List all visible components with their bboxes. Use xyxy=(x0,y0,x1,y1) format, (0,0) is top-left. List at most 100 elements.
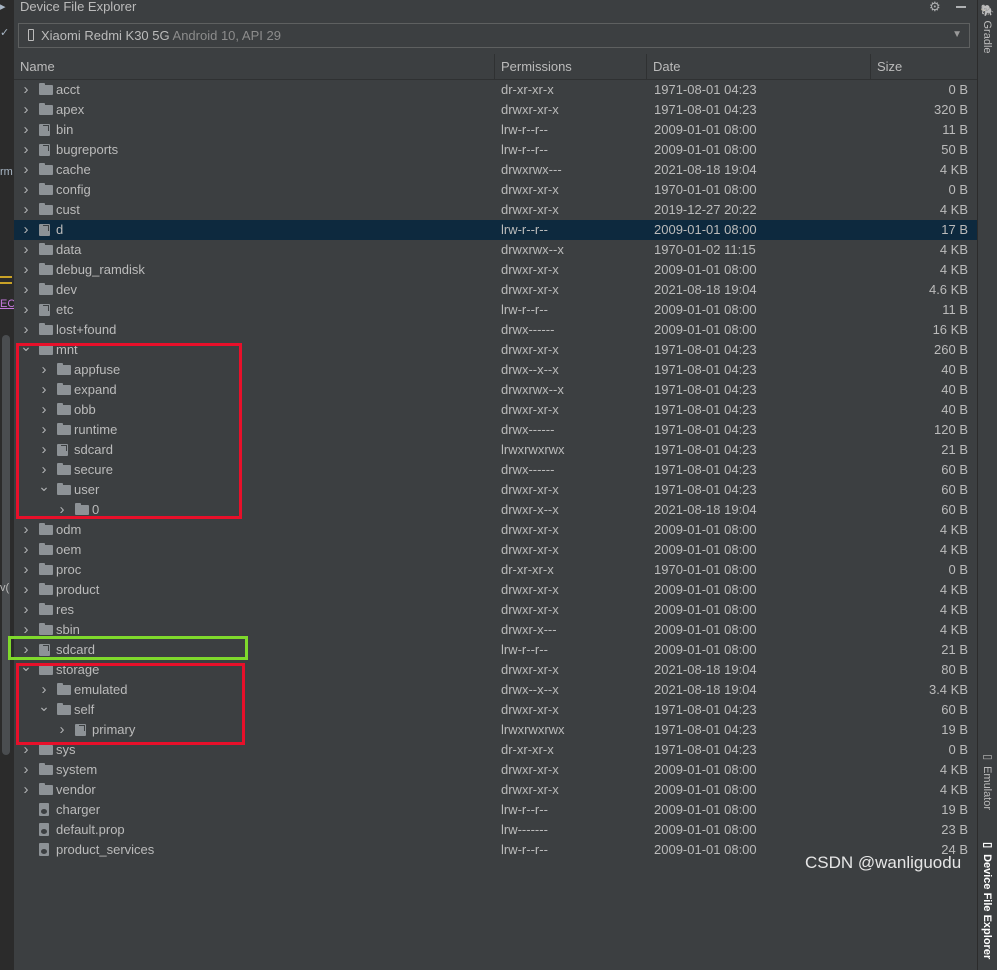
table-row[interactable]: ⌄ mnt drwxr-xr-x 1971-08-01 04:23 260 B xyxy=(14,338,977,360)
table-row[interactable]: › 0 drwxr-x--x 2021-08-18 19:04 60 B xyxy=(14,500,977,520)
table-row[interactable]: › runtime drwx------ 1971-08-01 04:23 120 B xyxy=(14,420,977,440)
chevron-right-icon[interactable]: › xyxy=(56,720,68,740)
chevron-right-icon[interactable]: › xyxy=(20,740,32,760)
table-row[interactable]: › oem drwxr-xr-x 2009-01-01 08:00 4 KB xyxy=(14,540,977,560)
chevron-right-icon[interactable]: › xyxy=(38,380,50,400)
gear-icon[interactable]: ⚙ xyxy=(929,0,941,15)
chevron-right-icon[interactable]: › xyxy=(20,100,32,120)
device-file-explorer-tab[interactable]: ▭ Device File Explorer xyxy=(981,838,994,959)
table-row[interactable]: › dev drwxr-xr-x 2021-08-18 19:04 4.6 KB xyxy=(14,280,977,300)
table-row[interactable]: › sdcard lrwxrwxrwx 1971-08-01 04:23 21 B xyxy=(14,440,977,460)
chevron-right-icon[interactable]: › xyxy=(20,180,32,200)
chevron-right-icon[interactable]: › xyxy=(20,560,32,580)
table-row[interactable]: › apex drwxr-xr-x 1971-08-01 04:23 320 B xyxy=(14,100,977,120)
table-row[interactable]: › obb drwxr-xr-x 1971-08-01 04:23 40 B xyxy=(14,400,977,420)
row-name: storage xyxy=(56,662,100,677)
chevron-right-icon[interactable]: › xyxy=(20,780,32,800)
table-row[interactable]: › res drwxr-xr-x 2009-01-01 08:00 4 KB xyxy=(14,600,977,620)
column-header-permissions[interactable]: Permissions xyxy=(494,54,646,79)
emulator-icon: ▭ xyxy=(981,750,993,763)
table-row[interactable]: › debug_ramdisk drwxr-xr-x 2009-01-01 08:00… xyxy=(14,260,977,280)
table-row[interactable]: › primary lrwxrwxrwx 1971-08-01 04:23 19 B xyxy=(14,720,977,740)
table-row[interactable]: › cache drwxrwx--- 2021-08-18 19:04 4 KB xyxy=(14,160,977,180)
folder-icon xyxy=(39,343,53,355)
folder-icon xyxy=(39,523,53,535)
chevron-down-icon[interactable]: ▼ xyxy=(952,29,962,40)
folder-icon xyxy=(57,483,71,495)
table-row[interactable]: ⌄ user drwxr-xr-x 1971-08-01 04:23 60 B xyxy=(14,478,977,500)
chevron-down-icon[interactable]: ⌄ xyxy=(38,476,50,496)
emulator-tab[interactable]: ▭ Emulator xyxy=(981,750,994,810)
table-row[interactable]: › cust drwxr-xr-x 2019-12-27 20:22 4 KB xyxy=(14,200,977,220)
table-row[interactable]: › bin lrw-r--r-- 2009-01-01 08:00 11 B xyxy=(14,120,977,140)
chevron-right-icon[interactable]: › xyxy=(20,120,32,140)
chevron-down-icon[interactable]: ⌄ xyxy=(20,656,32,676)
chevron-right-icon[interactable]: › xyxy=(20,540,32,560)
table-row[interactable]: ⌄ storage drwxr-xr-x 2021-08-18 19:04 80 B xyxy=(14,658,977,680)
table-row[interactable]: › bugreports lrw-r--r-- 2009-01-01 08:00 50 … xyxy=(14,140,977,160)
chevron-right-icon[interactable]: › xyxy=(20,140,32,160)
chevron-right-icon[interactable]: › xyxy=(20,300,32,320)
table-row[interactable]: › odm drwxr-xr-x 2009-01-01 08:00 4 KB xyxy=(14,520,977,540)
row-date: 2009-01-01 08:00 xyxy=(654,642,757,657)
chevron-right-icon[interactable]: › xyxy=(20,260,32,280)
table-row[interactable]: › config drwxr-xr-x 1970-01-01 08:00 0 B xyxy=(14,180,977,200)
chevron-right-icon[interactable]: › xyxy=(56,500,68,520)
chevron-right-icon[interactable]: › xyxy=(20,80,32,100)
table-row[interactable]: › product drwxr-xr-x 2009-01-01 08:00 4 KB xyxy=(14,580,977,600)
table-row[interactable]: › etc lrw-r--r-- 2009-01-01 08:00 11 B xyxy=(14,300,977,320)
chevron-right-icon[interactable]: › xyxy=(38,400,50,420)
column-header-date[interactable]: Date xyxy=(646,54,870,79)
chevron-right-icon[interactable]: › xyxy=(38,440,50,460)
chevron-right-icon[interactable]: › xyxy=(20,220,32,240)
row-name: default.prop xyxy=(56,822,125,837)
row-name: user xyxy=(74,482,100,497)
row-size: 4 KB xyxy=(939,582,968,597)
chevron-right-icon[interactable]: › xyxy=(20,760,32,780)
minimize-icon[interactable] xyxy=(956,6,966,8)
row-name: sdcard xyxy=(74,442,114,457)
table-row[interactable]: › sys dr-xr-xr-x 1971-08-01 04:23 0 B xyxy=(14,740,977,760)
gradle-tab[interactable]: 🐘 Gradle xyxy=(981,4,994,54)
chevron-right-icon[interactable]: › xyxy=(38,360,50,380)
table-row[interactable]: default.prop lrw------- 2009-01-01 08:00 23… xyxy=(14,820,977,840)
row-name: emulated xyxy=(74,682,128,697)
table-row[interactable]: › lost+found drwx------ 2009-01-01 08:00 16 … xyxy=(14,320,977,340)
left-strip-scrollbar[interactable] xyxy=(2,335,10,755)
chevron-down-icon[interactable]: ⌄ xyxy=(38,696,50,716)
table-row[interactable]: › d lrw-r--r-- 2009-01-01 08:00 17 B xyxy=(14,220,977,240)
table-row[interactable]: › sdcard lrw-r--r-- 2009-01-01 08:00 21 B xyxy=(14,640,977,660)
table-row[interactable]: › data drwxrwx--x 1970-01-02 11:15 4 KB xyxy=(14,240,977,260)
folder-icon xyxy=(57,683,71,695)
chevron-right-icon[interactable]: › xyxy=(20,580,32,600)
row-permissions: drwx------ xyxy=(501,462,555,477)
chevron-down-icon[interactable]: ⌄ xyxy=(20,336,32,356)
table-row[interactable]: › secure drwx------ 1971-08-01 04:23 60 B xyxy=(14,460,977,480)
table-row[interactable]: › acct dr-xr-xr-x 1971-08-01 04:23 0 B xyxy=(14,80,977,100)
row-date: 1970-01-02 11:15 xyxy=(654,242,756,257)
table-row[interactable]: › proc dr-xr-xr-x 1970-01-01 08:00 0 B xyxy=(14,560,977,580)
chevron-right-icon[interactable]: › xyxy=(20,200,32,220)
table-row[interactable]: charger lrw-r--r-- 2009-01-01 08:00 19 B xyxy=(14,800,977,820)
row-date: 1971-08-01 04:23 xyxy=(654,462,757,477)
chevron-right-icon[interactable]: › xyxy=(20,600,32,620)
table-row[interactable]: › appfuse drwx--x--x 1971-08-01 04:23 40 B xyxy=(14,360,977,380)
chevron-right-icon[interactable]: › xyxy=(38,420,50,440)
explorer-icon: ▭ xyxy=(981,838,993,851)
row-name: bin xyxy=(56,122,74,137)
chevron-right-icon[interactable]: › xyxy=(20,520,32,540)
table-row[interactable]: › emulated drwx--x--x 2021-08-18 19:04 3.4 K… xyxy=(14,680,977,700)
chevron-right-icon[interactable]: › xyxy=(20,240,32,260)
table-row[interactable]: › sbin drwxr-x--- 2009-01-01 08:00 4 KB xyxy=(14,620,977,640)
column-header-size[interactable]: Size xyxy=(870,54,977,79)
chevron-right-icon[interactable]: › xyxy=(20,280,32,300)
column-header-name[interactable]: Name xyxy=(14,54,494,79)
chevron-right-icon[interactable]: › xyxy=(20,160,32,180)
device-selector[interactable]: Xiaomi Redmi K30 5G Android 10, API 29 ▼ xyxy=(18,23,970,48)
table-row[interactable]: › expand drwxrwx--x 1971-08-01 04:23 40 B xyxy=(14,380,977,400)
table-row[interactable]: › system drwxr-xr-x 2009-01-01 08:00 4 KB xyxy=(14,760,977,780)
chevron-right-icon[interactable]: › xyxy=(20,620,32,640)
row-date: 2009-01-01 08:00 xyxy=(654,322,757,337)
table-row[interactable]: ⌄ self drwxr-xr-x 1971-08-01 04:23 60 B xyxy=(14,698,977,720)
table-row[interactable]: › vendor drwxr-xr-x 2009-01-01 08:00 4 KB xyxy=(14,780,977,800)
